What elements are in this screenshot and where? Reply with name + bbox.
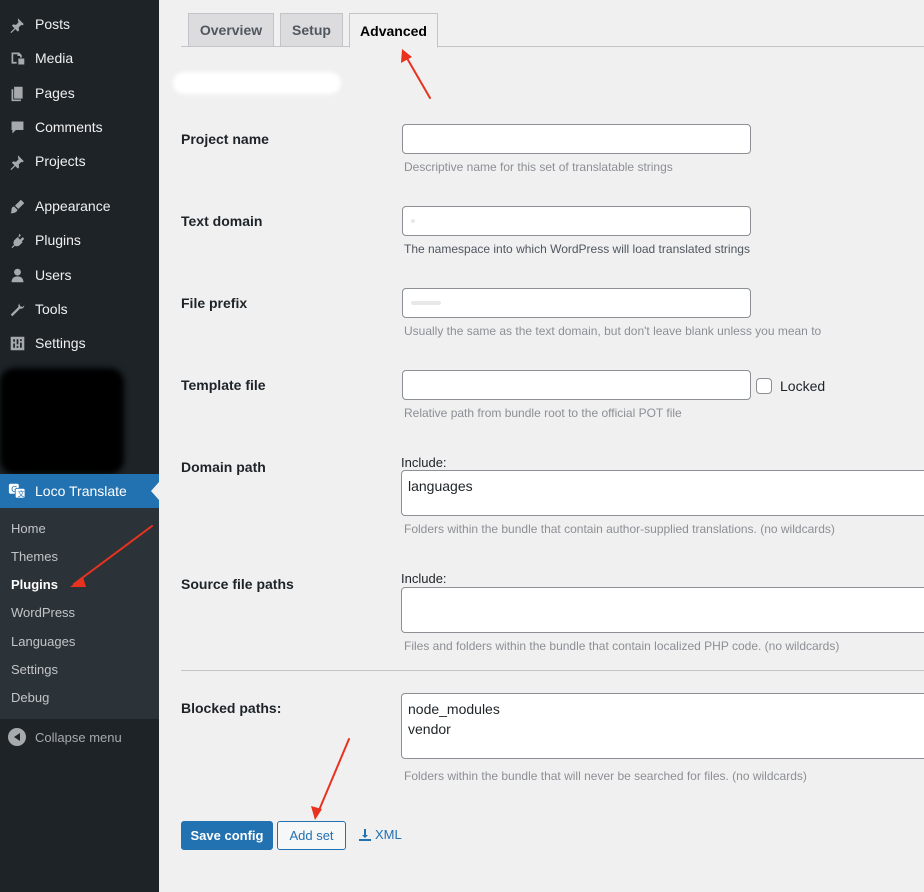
locked-checkbox[interactable] [756,378,772,394]
submenu-item-plugins[interactable]: Plugins [11,575,58,595]
submenu-item-themes[interactable]: Themes [11,547,58,567]
tab-overview[interactable]: Overview [188,13,274,47]
menu-label: Posts [35,16,71,32]
domain-path-include-label: Include: [401,455,447,470]
collapse-icon [8,728,26,746]
submenu: Home Themes Plugins WordPress Languages … [0,508,159,719]
template-file-input[interactable] [402,370,751,400]
tab-advanced[interactable]: Advanced [349,13,438,48]
domain-path-description: Folders within the bundle that contain a… [404,522,835,536]
redacted-value [411,301,441,305]
admin-sidebar: Posts Media Pages Comments Projects Appe… [0,0,159,892]
project-name-input[interactable] [402,124,751,154]
collapse-menu-button[interactable]: Collapse menu [0,726,159,748]
arrowhead-add-set [311,806,322,820]
menu-item-tools[interactable]: Tools [0,292,159,326]
menu-label: Pages [35,85,75,101]
wrench-icon [7,299,27,319]
arrow-to-add-set [316,738,350,816]
menu-item-projects[interactable]: Projects [0,144,159,178]
pin-icon [7,14,27,34]
domain-path-label: Domain path [181,459,266,475]
menu-item-settings[interactable]: Settings [0,326,159,360]
project-name-label: Project name [181,131,269,147]
submenu-item-debug[interactable]: Debug [11,688,49,708]
project-name-description: Descriptive name for this set of transla… [404,160,673,174]
pin-icon [7,151,27,171]
comment-icon [7,117,27,137]
section-divider [181,670,924,671]
arrowhead-advanced [401,49,412,63]
redacted-area [0,368,124,474]
redacted-value [411,219,415,223]
menu-item-pages[interactable]: Pages [0,76,159,110]
submenu-item-settings[interactable]: Settings [11,660,58,680]
submenu-item-wordpress[interactable]: WordPress [11,603,75,623]
plugin-icon [7,230,27,250]
menu-item-users[interactable]: Users [0,258,159,292]
menu-item-comments[interactable]: Comments [0,110,159,144]
submenu-item-home[interactable]: Home [11,519,46,539]
pages-icon [7,83,27,103]
menu-item-loco-translate[interactable]: G文 Loco Translate [0,474,159,508]
xml-label: XML [375,827,402,842]
arrow-to-advanced-tab [403,52,431,99]
xml-download-link[interactable]: XML [359,827,402,842]
source-paths-include-label: Include: [401,571,447,586]
domain-path-textarea[interactable]: languages [401,470,924,516]
media-icon [7,48,27,68]
menu-label: Projects [35,153,86,169]
menu-item-plugins[interactable]: Plugins [0,223,159,257]
blocked-paths-textarea[interactable]: node_modules vendor [401,693,924,759]
source-paths-description: Files and folders within the bundle that… [404,639,840,653]
source-paths-label: Source file paths [181,576,294,592]
file-prefix-label: File prefix [181,295,248,311]
settings-icon [7,333,27,353]
menu-label: Loco Translate [35,483,127,499]
text-domain-description: The namespace into which WordPress will … [404,242,750,256]
menu-label: Appearance [35,198,111,214]
redacted-title [173,72,341,94]
text-domain-input[interactable] [402,206,751,236]
blocked-paths-description: Folders within the bundle that will neve… [404,769,807,783]
menu-label: Comments [35,119,103,135]
menu-item-appearance[interactable]: Appearance [0,189,159,223]
locked-label: Locked [780,378,826,394]
menu-label: Users [35,267,72,283]
translate-icon: G文 [7,481,27,501]
svg-text:文: 文 [17,489,24,498]
submenu-item-languages[interactable]: Languages [11,632,75,652]
menu-label: Media [35,50,74,66]
blocked-paths-label: Blocked paths: [181,700,282,716]
menu-item-posts[interactable]: Posts [0,7,159,41]
menu-item-media[interactable]: Media [0,41,159,75]
menu-label: Plugins [35,232,81,248]
tab-setup[interactable]: Setup [280,13,343,47]
menu-label: Settings [35,335,86,351]
source-paths-textarea[interactable] [401,587,924,633]
user-icon [7,265,27,285]
template-file-label: Template file [181,377,266,393]
download-icon [359,828,371,841]
file-prefix-input[interactable] [402,288,751,318]
brush-icon [7,196,27,216]
add-set-button[interactable]: Add set [277,821,346,850]
menu-label: Tools [35,301,68,317]
collapse-label: Collapse menu [35,729,122,745]
template-file-description: Relative path from bundle root to the of… [404,406,682,420]
text-domain-label: Text domain [181,213,263,229]
file-prefix-description: Usually the same as the text domain, but… [404,324,822,338]
save-config-button[interactable]: Save config [181,821,273,850]
